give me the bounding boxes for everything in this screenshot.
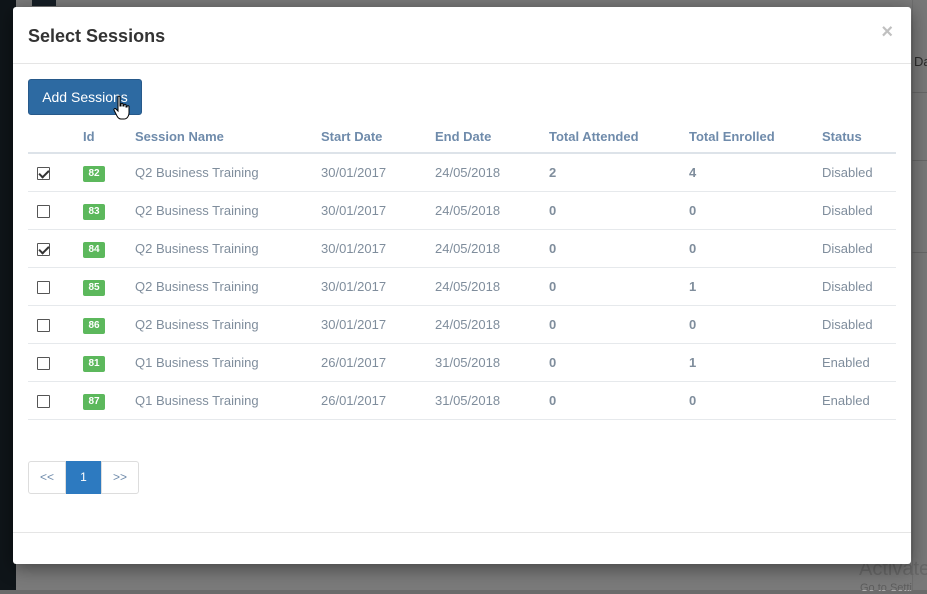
id-badge: 81	[83, 355, 105, 372]
total-attended-cell: 2	[549, 153, 689, 192]
row-select-cell	[28, 381, 83, 420]
close-icon[interactable]: ×	[881, 21, 893, 44]
table-row[interactable]: 83 Q2 Business Training 30/01/2017 24/05/20…	[28, 191, 896, 230]
status-cell: Enabled	[822, 343, 896, 382]
pagination-next-button[interactable]: >>	[101, 461, 139, 494]
row-select-cell	[28, 305, 83, 344]
session-name-cell: Q2 Business Training	[135, 305, 321, 344]
modal-title: Select Sessions	[28, 26, 166, 46]
end-date-cell: 24/05/2018	[435, 191, 549, 230]
end-date-cell: 31/05/2018	[435, 381, 549, 420]
total-attended-cell: 0	[549, 343, 689, 382]
start-date-cell: 26/01/2017	[321, 381, 435, 420]
total-attended-cell: 0	[549, 191, 689, 230]
column-header-start-date[interactable]: Start Date	[321, 121, 435, 154]
status-cell: Disabled	[822, 229, 896, 268]
total-enrolled-cell: 0	[689, 305, 822, 344]
id-badge: 82	[83, 165, 105, 182]
total-attended-cell: 0	[549, 381, 689, 420]
id-cell: 84	[83, 229, 135, 268]
session-name-cell: Q2 Business Training	[135, 153, 321, 192]
column-header-status[interactable]: Status	[822, 121, 896, 154]
total-enrolled-cell: 4	[689, 153, 822, 192]
id-cell: 83	[83, 191, 135, 230]
pagination-page-1[interactable]: 1	[66, 461, 101, 494]
end-date-cell: 31/05/2018	[435, 343, 549, 382]
start-date-cell: 30/01/2017	[321, 305, 435, 344]
row-select-checkbox[interactable]	[37, 319, 50, 333]
modal-footer-divider	[13, 532, 911, 533]
column-header-session-name[interactable]: Session Name	[135, 121, 321, 154]
row-select-cell	[28, 343, 83, 382]
table-row[interactable]: 82 Q2 Business Training 30/01/2017 24/05/20…	[28, 153, 896, 192]
total-enrolled-cell: 0	[689, 381, 822, 420]
id-badge: 84	[83, 241, 105, 258]
id-cell: 87	[83, 381, 135, 420]
status-cell: Disabled	[822, 267, 896, 306]
hand-cursor-icon	[113, 95, 130, 120]
row-select-cell	[28, 191, 83, 230]
id-cell: 82	[83, 153, 135, 192]
pagination: << 1 >>	[28, 461, 139, 494]
end-date-cell: 24/05/2018	[435, 229, 549, 268]
table-row[interactable]: 87 Q1 Business Training 26/01/2017 31/05/20…	[28, 381, 896, 420]
start-date-cell: 30/01/2017	[321, 267, 435, 306]
status-cell: Disabled	[822, 153, 896, 192]
session-name-cell: Q2 Business Training	[135, 267, 321, 306]
column-header-id[interactable]: Id	[83, 121, 135, 154]
session-name-cell: Q2 Business Training	[135, 191, 321, 230]
select-sessions-modal: Select Sessions × Add Sessions Id Sessio…	[13, 7, 911, 564]
total-attended-cell: 0	[549, 267, 689, 306]
sessions-table: Id Session Name Start Date End Date Tota…	[28, 121, 896, 420]
status-cell: Disabled	[822, 305, 896, 344]
status-cell: Disabled	[822, 191, 896, 230]
total-enrolled-cell: 0	[689, 229, 822, 268]
session-name-cell: Q2 Business Training	[135, 229, 321, 268]
column-header-end-date[interactable]: End Date	[435, 121, 549, 154]
column-header-total-enrolled[interactable]: Total Enrolled	[689, 121, 822, 154]
row-select-checkbox[interactable]	[37, 357, 50, 371]
row-select-cell	[28, 267, 83, 306]
table-row[interactable]: 84 Q2 Business Training 30/01/2017 24/05/20…	[28, 229, 896, 268]
id-cell: 86	[83, 305, 135, 344]
row-select-checkbox[interactable]	[37, 205, 50, 219]
row-select-cell	[28, 229, 83, 268]
total-enrolled-cell: 1	[689, 343, 822, 382]
end-date-cell: 24/05/2018	[435, 153, 549, 192]
total-attended-cell: 0	[549, 305, 689, 344]
end-date-cell: 24/05/2018	[435, 305, 549, 344]
start-date-cell: 26/01/2017	[321, 343, 435, 382]
total-enrolled-cell: 1	[689, 267, 822, 306]
id-badge: 87	[83, 393, 105, 410]
table-row[interactable]: 86 Q2 Business Training 30/01/2017 24/05/20…	[28, 305, 896, 344]
column-header-select	[28, 121, 83, 154]
session-name-cell: Q1 Business Training	[135, 343, 321, 382]
status-cell: Enabled	[822, 381, 896, 420]
id-badge: 83	[83, 203, 105, 220]
start-date-cell: 30/01/2017	[321, 191, 435, 230]
id-cell: 85	[83, 267, 135, 306]
row-select-checkbox[interactable]	[37, 395, 50, 409]
row-select-cell	[28, 153, 83, 192]
id-badge: 85	[83, 279, 105, 296]
start-date-cell: 30/01/2017	[321, 229, 435, 268]
modal-header: Select Sessions ×	[13, 7, 911, 64]
total-attended-cell: 0	[549, 229, 689, 268]
row-select-checkbox[interactable]	[37, 243, 50, 257]
table-header-row: Id Session Name Start Date End Date Tota…	[28, 121, 896, 154]
pagination-prev-button[interactable]: <<	[28, 461, 66, 494]
row-select-checkbox[interactable]	[37, 281, 50, 295]
end-date-cell: 24/05/2018	[435, 267, 549, 306]
session-name-cell: Q1 Business Training	[135, 381, 321, 420]
table-row[interactable]: 85 Q2 Business Training 30/01/2017 24/05/20…	[28, 267, 896, 306]
total-enrolled-cell: 0	[689, 191, 822, 230]
column-header-total-attended[interactable]: Total Attended	[549, 121, 689, 154]
id-badge: 86	[83, 317, 105, 334]
row-select-checkbox[interactable]	[37, 167, 50, 181]
table-row[interactable]: 81 Q1 Business Training 26/01/2017 31/05/20…	[28, 343, 896, 382]
start-date-cell: 30/01/2017	[321, 153, 435, 192]
id-cell: 81	[83, 343, 135, 382]
